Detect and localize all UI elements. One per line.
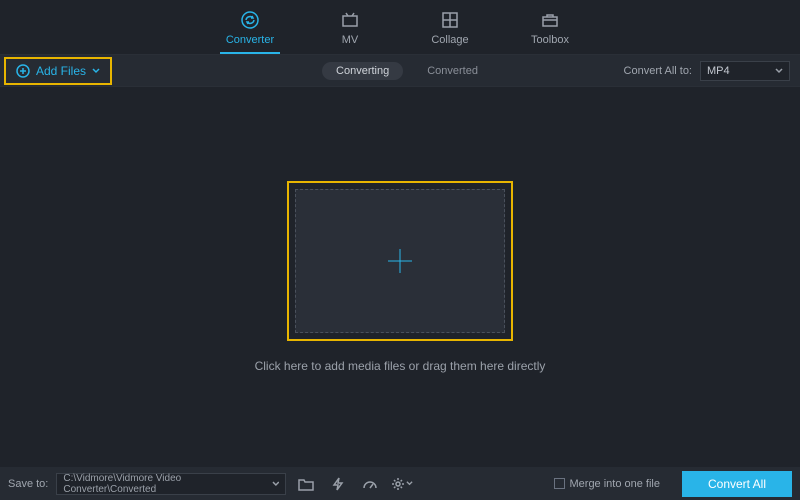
save-path-select[interactable]: C:\Vidmore\Vidmore Video Converter\Conve… — [56, 473, 286, 495]
checkbox-box — [554, 478, 565, 489]
save-to-label: Save to: — [8, 478, 48, 490]
convert-all-to-label: Convert All to: — [624, 65, 692, 77]
bottom-bar: Save to: C:\Vidmore\Vidmore Video Conver… — [0, 467, 800, 500]
convert-all-button[interactable]: Convert All — [682, 471, 792, 497]
save-path-value: C:\Vidmore\Vidmore Video Converter\Conve… — [63, 473, 271, 495]
drop-hint-text: Click here to add media files or drag th… — [255, 359, 546, 373]
nav-tab-mv[interactable]: MV — [320, 10, 380, 54]
format-value: MP4 — [707, 65, 730, 77]
tab-converted[interactable]: Converted — [427, 65, 478, 77]
folder-icon — [298, 477, 314, 491]
merge-checkbox[interactable]: Merge into one file — [554, 478, 661, 490]
chevron-down-icon — [92, 67, 100, 75]
mv-icon — [340, 10, 360, 30]
toolbox-icon — [540, 10, 560, 30]
merge-label: Merge into one file — [570, 478, 661, 490]
nav-tab-collage[interactable]: Collage — [420, 10, 480, 54]
settings-button[interactable] — [390, 473, 414, 495]
chevron-down-icon — [775, 67, 783, 75]
add-files-button[interactable]: Add Files — [4, 57, 112, 85]
drop-zone[interactable] — [295, 189, 505, 333]
add-files-label: Add Files — [36, 64, 86, 78]
lightning-icon — [331, 477, 345, 491]
top-nav: Converter MV Collage Toolbox — [0, 0, 800, 55]
hw-accel-button[interactable] — [326, 473, 350, 495]
sub-bar: Add Files Converting Converted Convert A… — [0, 55, 800, 87]
nav-label: Collage — [431, 34, 468, 46]
status-tabs: Converting Converted — [322, 55, 478, 87]
chevron-down-icon — [406, 480, 413, 487]
convert-all-label: Convert All — [708, 477, 766, 491]
format-select[interactable]: MP4 — [700, 61, 790, 81]
drop-zone-highlight — [287, 181, 513, 341]
nav-label: Converter — [226, 34, 274, 46]
nav-tab-converter[interactable]: Converter — [220, 10, 280, 54]
tab-converting[interactable]: Converting — [322, 62, 403, 80]
chevron-down-icon — [272, 480, 280, 488]
convert-all-to: Convert All to: MP4 — [624, 61, 800, 81]
nav-tab-toolbox[interactable]: Toolbox — [520, 10, 580, 54]
high-speed-button[interactable] — [358, 473, 382, 495]
nav-label: MV — [342, 34, 359, 46]
plus-circle-icon — [16, 64, 30, 78]
converter-icon — [240, 10, 260, 30]
collage-icon — [440, 10, 460, 30]
nav-label: Toolbox — [531, 34, 569, 46]
plus-icon — [383, 244, 417, 278]
gear-icon — [391, 477, 405, 491]
open-folder-button[interactable] — [294, 473, 318, 495]
main-area: Click here to add media files or drag th… — [0, 87, 800, 467]
gauge-icon — [362, 477, 378, 491]
